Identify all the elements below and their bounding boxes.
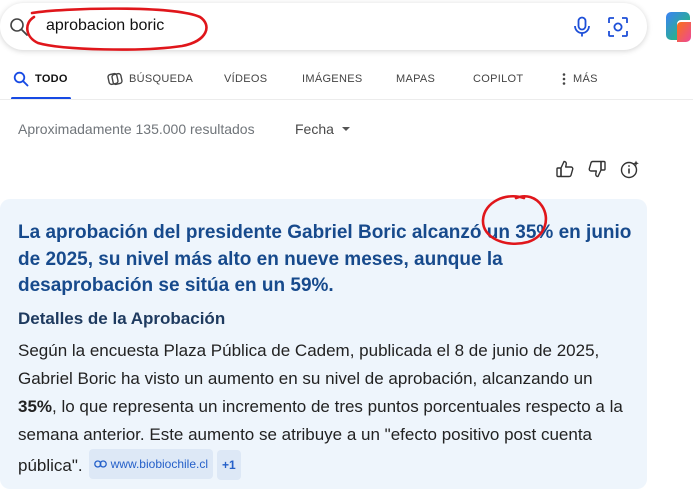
- tab-label: MAPAS: [396, 73, 436, 85]
- search-tabs: TODO BÚSQUEDA VÍDEOS IMÁGENES MAPAS COPI…: [0, 62, 693, 100]
- search-copilot-icon: [107, 72, 123, 86]
- answer-headline: La aprobación del presidente Gabriel Bor…: [18, 222, 632, 296]
- date-filter-dropdown[interactable]: Fecha: [295, 121, 350, 137]
- more-vertical-icon: [562, 73, 566, 85]
- search-box[interactable]: [0, 3, 647, 50]
- tab-label: BÚSQUEDA: [129, 73, 194, 85]
- section-title: Detalles de la Aprobación: [18, 309, 226, 328]
- answer-text-bold: 35%: [18, 397, 53, 416]
- copilot-icon[interactable]: [665, 8, 693, 49]
- citation-more-button[interactable]: +1: [217, 450, 241, 480]
- thumbs-up-icon[interactable]: [555, 159, 575, 184]
- search-input[interactable]: [46, 13, 466, 39]
- microphone-icon[interactable]: [572, 16, 592, 43]
- tab-label: IMÁGENES: [302, 73, 363, 85]
- tabs-divider: [0, 99, 693, 100]
- answer-feedback: [553, 159, 643, 181]
- visual-search-icon[interactable]: [607, 16, 629, 43]
- info-icon[interactable]: [619, 159, 641, 184]
- tab-videos[interactable]: VÍDEOS: [224, 62, 267, 96]
- date-filter-label: Fecha: [295, 121, 334, 137]
- tab-busqueda[interactable]: BÚSQUEDA: [107, 62, 193, 96]
- thumbs-down-icon[interactable]: [587, 159, 607, 184]
- tab-todo[interactable]: TODO: [13, 62, 68, 96]
- tab-label: COPILOT: [473, 73, 524, 85]
- tab-label: VÍDEOS: [224, 73, 268, 85]
- tab-mas[interactable]: MÁS: [561, 62, 598, 96]
- result-count: Aproximadamente 135.000 resultados: [18, 121, 255, 137]
- answer-body: Según la encuesta Plaza Pública de Cadem…: [18, 337, 630, 480]
- tab-label: MÁS: [573, 73, 598, 85]
- tab-mapas[interactable]: MAPAS: [396, 62, 435, 96]
- citation-label: www.biobiochile.cl: [110, 457, 209, 471]
- answer-text: Según la encuesta Plaza Pública de Cadem…: [18, 341, 600, 388]
- search-icon: [13, 71, 29, 87]
- citation-link[interactable]: www.biobiochile.cl: [88, 449, 214, 479]
- tab-copilot[interactable]: COPILOT: [473, 62, 523, 96]
- caret-down-icon: [341, 127, 350, 131]
- tab-label: TODO: [35, 73, 68, 85]
- search-icon[interactable]: [9, 17, 29, 42]
- tab-imagenes[interactable]: IMÁGENES: [302, 62, 362, 96]
- link-icon: [93, 460, 107, 468]
